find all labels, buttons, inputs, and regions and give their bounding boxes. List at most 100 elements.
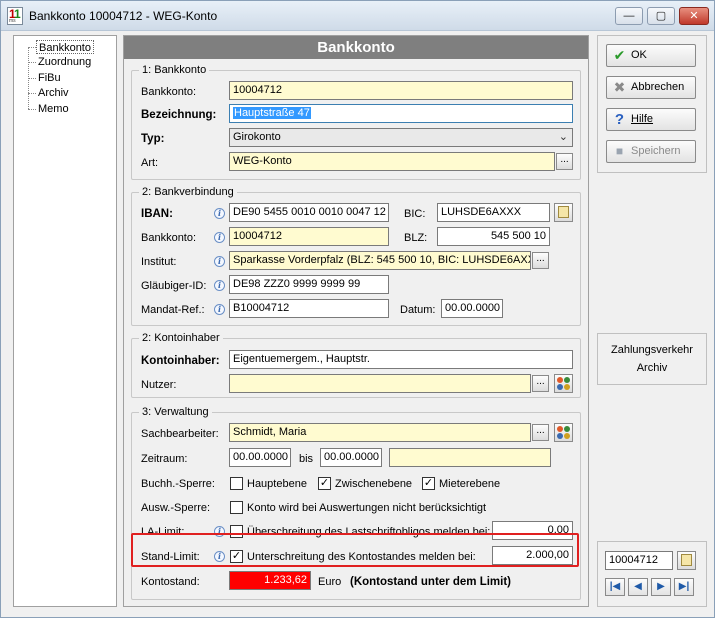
bankkonto2-field[interactable]: 10004712 [229,227,389,246]
kontostand-note: (Kontostand unter dem Limit) [350,576,511,588]
blz-field[interactable]: 545 500 10 [437,227,550,246]
nutzer-label: Nutzer: [141,379,177,391]
tree-item-memo[interactable]: Memo [36,102,71,116]
art-field[interactable]: WEG-Konto [229,152,555,171]
hauptebene-checkbox[interactable] [230,477,243,490]
info-icon[interactable]: i [214,280,225,291]
zeitraum-from-field[interactable]: 00.00.0000 [229,448,291,467]
note-icon [681,554,692,566]
typ-value: Girokonto [233,131,281,143]
datum-field[interactable]: 00.00.0000 [441,299,503,318]
cancel-x-icon: ✖ [613,79,626,95]
info-icon[interactable]: i [214,208,225,219]
tree-item-fibu[interactable]: FiBu [36,71,63,85]
group-verwaltung: 3: Verwaltung Sachbearbeiter: Schmidt, M… [131,405,581,600]
help-question-icon: ? [614,111,625,128]
bezeichnung-field[interactable]: Hauptstraße 47 [229,104,573,123]
typ-label: Typ: [141,133,165,145]
mandat-field[interactable]: B10004712 [229,299,389,318]
datum-label: Datum: [400,304,436,316]
tree-connector [28,47,36,48]
tree-item-archiv[interactable]: Archiv [36,86,71,100]
stand-limit-highlight [131,533,579,567]
main-panel: Bankkonto 1: Bankkonto Bankkonto: 100047… [123,35,589,607]
ausw-sperre-checkbox[interactable] [230,501,243,514]
iban-field[interactable]: DE90 5455 0010 0010 0047 12 [229,203,389,222]
info-icon[interactable]: i [214,304,225,315]
group-title: 1: Bankkonto [139,63,210,77]
abbrechen-label: Abbrechen [631,81,685,93]
bic-lookup-button[interactable] [554,203,573,222]
title-bar: 1 1 ms Bankkonto 10004712 - WEG-Konto — ▢ … [1,1,714,31]
bankkonto-field[interactable]: 10004712 [229,81,573,100]
archiv-label: Archiv [636,362,668,374]
tree-item-zuordnung[interactable]: Zuordnung [36,55,93,69]
sachbearbeiter-people-button[interactable] [554,423,573,442]
sachbearbeiter-field[interactable]: Schmidt, Maria [229,423,531,442]
kontoinhaber-label: Kontoinhaber: [141,355,220,367]
tree-connector [28,62,36,63]
art-browse-button[interactable]: ... [556,153,573,170]
sachbearbeiter-browse-button[interactable]: ... [532,424,549,441]
window: 1 1 ms Bankkonto 10004712 - WEG-Konto — ▢ … [0,0,715,618]
zeitraum-note-field[interactable] [389,448,551,467]
kontoinhaber-field[interactable]: Eigentuemergem., Hauptstr. [229,350,573,369]
info-icon[interactable]: i [214,256,225,267]
institut-label: Institut: [141,256,177,268]
euro-label: Euro [318,576,342,588]
bezeichnung-label: Bezeichnung: [141,109,217,121]
previous-record-button[interactable]: ◀ [628,578,648,596]
mieterebene-checkbox[interactable]: ✓ [422,477,435,490]
maximize-button[interactable]: ▢ [647,7,675,25]
institut-browse-button[interactable]: ... [532,252,549,269]
art-label: Art: [141,157,159,169]
abbrechen-button[interactable]: ✖ Abbrechen [606,76,696,99]
info-icon[interactable]: i [214,232,225,243]
ausw-sperre-text: Konto wird bei Auswertungen nicht berück… [247,502,487,514]
zeitraum-bis-label: bis [299,453,314,465]
nutzer-browse-button[interactable]: ... [532,375,549,392]
navigation-tree: Bankkonto Zuordnung FiBu Archiv Memo [13,35,117,607]
group-bankverbindung: 2: Bankverbindung IBAN: i DE90 5455 0010… [131,185,581,326]
hauptebene-label: Hauptebene [247,478,307,490]
institut-field[interactable]: Sparkasse Vorderpfalz (BLZ: 545 500 10, … [229,251,531,270]
bic-field[interactable]: LUHSDE6AXXX [437,203,550,222]
speichern-button[interactable]: ■ Speichern [606,140,696,163]
minimize-button[interactable]: — [615,7,643,25]
kontostand-field: 1.233,62 [229,571,311,590]
first-record-button[interactable]: |◀ [605,578,625,596]
app-icon: 1 1 ms [7,7,23,25]
mieterebene-label: Mieterebene [439,478,501,490]
zwischenebene-label: Zwischenebene [335,478,413,490]
mandat-label: Mandat-Ref.: [141,304,205,316]
next-record-button[interactable]: ▶ [651,578,671,596]
kontostand-label: Kontostand: [141,576,200,588]
tree-item-bankkonto[interactable]: Bankkonto [36,40,94,54]
window-title: Bankkonto 10004712 - WEG-Konto [29,9,218,23]
check-icon: ✔ [613,47,626,63]
speichern-label: Speichern [631,145,681,157]
nutzer-people-button[interactable] [554,374,573,393]
zwischenebene-checkbox[interactable]: ✓ [318,477,331,490]
hilfe-button[interactable]: ? Hilfe [606,108,696,131]
glaeubiger-field[interactable]: DE98 ZZZ0 9999 9999 99 [229,275,389,294]
nutzer-field[interactable] [229,374,531,393]
group-bankkonto: 1: Bankkonto Bankkonto: 10004712 Bezeich… [131,63,581,180]
typ-select[interactable]: Girokonto ⌄ [229,128,573,147]
group-title: 2: Kontoinhaber [139,331,223,345]
zahlungsverkehr-archiv-button[interactable]: Zahlungsverkehr Archiv [600,336,704,382]
bankkonto2-label: Bankkonto: [141,232,197,244]
record-note-button[interactable] [677,551,696,570]
save-disk-icon: ■ [615,144,624,158]
ok-button[interactable]: ✔ OK [606,44,696,67]
bic-label: BIC: [404,208,426,220]
sachbearbeiter-label: Sachbearbeiter: [141,428,219,440]
zeitraum-to-field[interactable]: 00.00.0000 [320,448,382,467]
buchh-sperre-label: Buchh.-Sperre: [141,478,215,490]
tree-connector [28,78,36,79]
last-record-button[interactable]: ▶| [674,578,694,596]
hilfe-label: Hilfe [631,113,654,125]
group-title: 2: Bankverbindung [139,185,237,199]
record-id-field[interactable]: 10004712 [605,551,673,570]
close-button[interactable]: ✕ [679,7,709,25]
